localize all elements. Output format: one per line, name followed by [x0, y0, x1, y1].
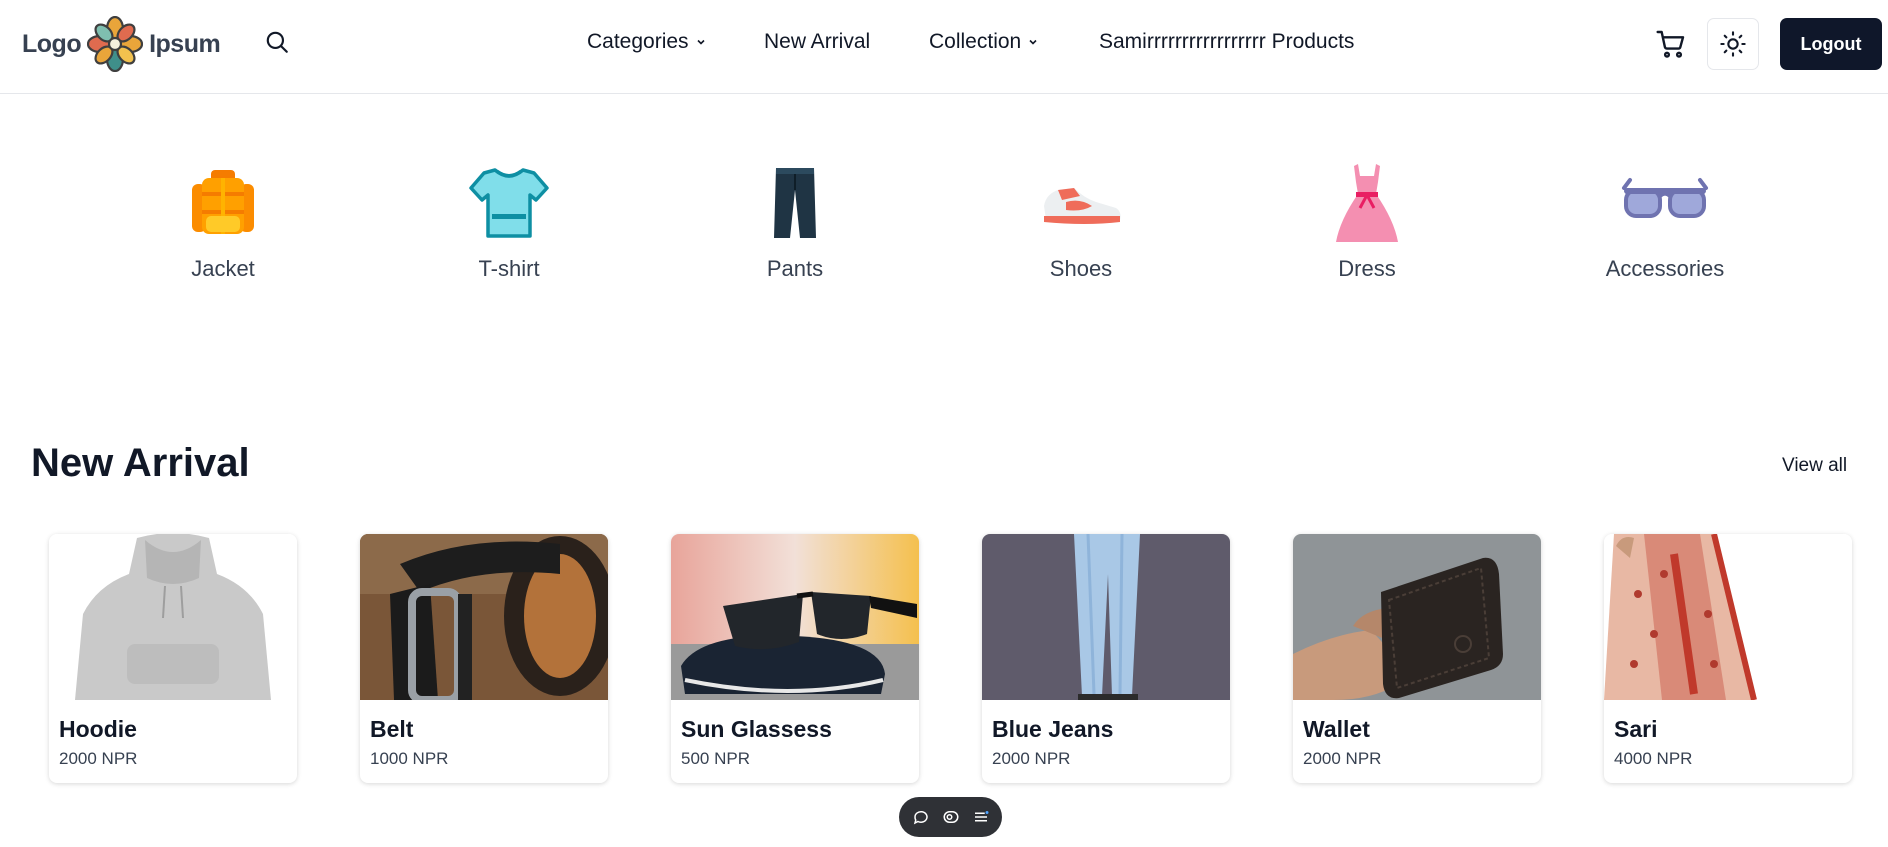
theme-toggle-button[interactable] [1707, 18, 1759, 70]
category-shoes[interactable]: Shoes [991, 158, 1171, 282]
product-card[interactable]: Sari 4000 NPR [1604, 534, 1852, 783]
section-title-new-arrival: New Arrival [31, 441, 250, 485]
sun-icon [1720, 31, 1746, 57]
glasses-icon [1622, 178, 1708, 218]
view-all-link[interactable]: View all [1782, 455, 1847, 477]
nav-products-label: Samirrrrrrrrrrrrrrrrr Products [1099, 30, 1355, 53]
category-label: Jacket [191, 256, 255, 281]
category-label: Accessories [1605, 256, 1725, 281]
product-image-wallet [1293, 534, 1541, 700]
comment-button[interactable] [912, 808, 930, 826]
product-image-jeans [982, 534, 1230, 700]
product-price: 2000 NPR [992, 749, 1071, 768]
nav-categories-label: Categories [587, 30, 689, 53]
menu-icon [974, 811, 988, 822]
nav-products[interactable]: Samirrrrrrrrrrrrrrrrr Products [1099, 30, 1354, 54]
logout-button[interactable]: Logout [1780, 18, 1882, 70]
category-label: Dress [1338, 256, 1396, 281]
nav-categories[interactable]: Categories [587, 30, 707, 54]
category-label: Shoes [1049, 256, 1113, 281]
logo-flower-icon [87, 16, 144, 72]
product-image-hoodie [49, 534, 297, 700]
tshirt-icon [469, 168, 549, 238]
comment-icon [913, 810, 928, 825]
category-tshirt[interactable]: T-shirt [419, 158, 599, 282]
category-label: Pants [766, 256, 824, 281]
category-jacket[interactable]: Jacket [133, 158, 313, 282]
search-button[interactable] [262, 27, 292, 57]
nav-new-arrival-label: New Arrival [764, 30, 871, 53]
chevron-down-icon [1029, 39, 1037, 45]
product-card[interactable]: Belt 1000 NPR [360, 534, 608, 783]
site-header: Logo Ipsum Categories New Arrival Collec… [0, 0, 1888, 94]
floating-toolbar [899, 797, 1002, 837]
jacket-icon [192, 170, 254, 234]
product-price: 2000 NPR [59, 749, 138, 768]
product-name: Belt [370, 716, 414, 742]
chevron-down-icon [696, 39, 705, 45]
dress-icon [1336, 164, 1398, 242]
product-image-sari [1604, 534, 1852, 700]
product-name: Hoodie [59, 716, 137, 742]
category-pants[interactable]: Pants [705, 158, 885, 282]
product-card[interactable]: Wallet 2000 NPR [1293, 534, 1541, 783]
product-price: 500 NPR [681, 749, 750, 768]
category-dress[interactable]: Dress [1277, 158, 1457, 282]
product-price: 4000 NPR [1614, 749, 1693, 768]
pants-icon [774, 168, 816, 238]
product-price: 2000 NPR [1303, 749, 1382, 768]
product-name: Sari [1614, 716, 1658, 742]
product-image-belt [360, 534, 608, 700]
cart-icon [1656, 30, 1685, 58]
cart-button[interactable] [1654, 27, 1688, 61]
product-card[interactable]: Sun Glassess 500 NPR [671, 534, 919, 783]
menu-button[interactable] [972, 808, 990, 826]
logo-word-left: Logo [22, 29, 82, 58]
nav-collection-label: Collection [929, 30, 1022, 53]
product-card[interactable]: Blue Jeans 2000 NPR [982, 534, 1230, 783]
logo-word-right: Ipsum [149, 29, 221, 58]
logo[interactable]: Logo Ipsum [22, 16, 221, 72]
category-accessories[interactable]: Accessories [1575, 158, 1755, 282]
eye-icon [943, 811, 958, 823]
search-icon [266, 31, 288, 53]
eye-button[interactable] [942, 808, 960, 826]
category-label: T-shirt [478, 256, 540, 281]
product-name: Wallet [1303, 716, 1370, 742]
product-name: Sun Glassess [681, 716, 832, 742]
product-card[interactable]: Hoodie 2000 NPR [49, 534, 297, 783]
product-price: 1000 NPR [370, 749, 449, 768]
shoes-icon [1044, 188, 1121, 224]
product-name: Blue Jeans [992, 716, 1114, 742]
product-image-sunglasses [671, 534, 919, 700]
nav-new-arrival[interactable]: New Arrival [764, 30, 870, 54]
nav-collection[interactable]: Collection [929, 30, 1039, 54]
